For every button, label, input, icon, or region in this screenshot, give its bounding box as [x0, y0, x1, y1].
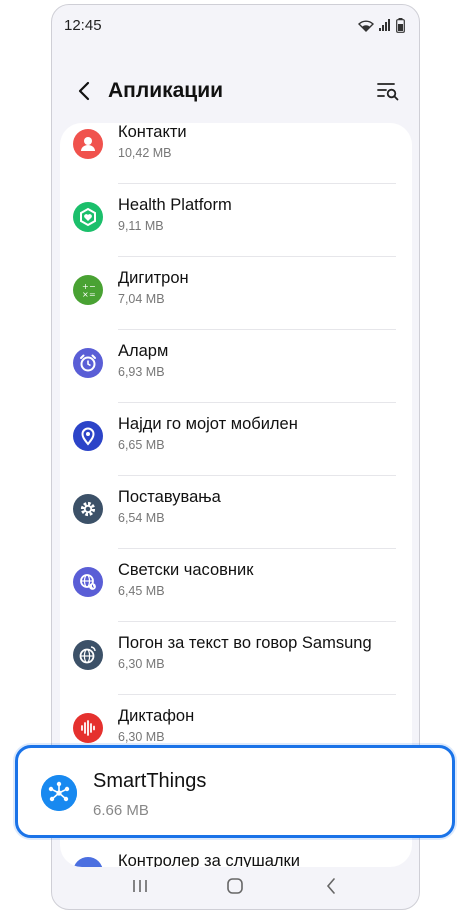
list-item[interactable]: Health Platform 9,11 MB: [60, 184, 412, 257]
find-my-mobile-icon: [73, 421, 103, 451]
app-size: 6.66 MB: [93, 802, 149, 819]
list-item[interactable]: Погон за текст во говор Samsung 6,30 MB: [60, 622, 412, 695]
app-name: Контакти: [118, 123, 187, 141]
settings-gear-icon: [73, 494, 103, 524]
app-size: 6,93 MB: [118, 365, 165, 379]
home-icon: [227, 878, 244, 894]
status-icons: [358, 17, 405, 33]
health-platform-icon: [73, 202, 103, 232]
navigation-bar: [52, 863, 419, 909]
list-search-icon: [377, 83, 399, 101]
app-name: Најди го мојот мобилен: [118, 415, 298, 433]
battery-icon: [396, 17, 405, 33]
smartthings-highlight-row[interactable]: SmartThings 6.66 MB: [15, 745, 455, 838]
app-name: Дигитрон: [118, 269, 189, 287]
recents-button[interactable]: [125, 871, 155, 901]
calculator-icon: + − × =: [73, 275, 103, 305]
list-item[interactable]: + − × = Дигитрон 7,04 MB: [60, 257, 412, 330]
svg-text:×: ×: [82, 290, 89, 299]
app-size: 6,30 MB: [118, 657, 165, 671]
back-button[interactable]: [72, 79, 96, 103]
search-list-button[interactable]: [375, 78, 401, 104]
list-item[interactable]: Поставувања 6,54 MB: [60, 476, 412, 549]
recents-icon: [133, 880, 147, 892]
chevron-left-icon: [78, 81, 90, 101]
app-size: 6,30 MB: [118, 730, 165, 744]
status-time: 12:45: [64, 16, 102, 34]
world-clock-icon: [73, 567, 103, 597]
svg-text:=: =: [89, 290, 96, 299]
list-item[interactable]: Контакти 10,42 MB: [60, 123, 412, 184]
contacts-icon: [73, 129, 103, 159]
app-size: 6,65 MB: [118, 438, 165, 452]
page-title: Апликации: [108, 79, 224, 102]
alarm-icon: [73, 348, 103, 378]
smartthings-icon: [41, 775, 77, 811]
app-name: Аларм: [118, 342, 169, 360]
home-button[interactable]: [220, 871, 250, 901]
app-size: 6,45 MB: [118, 584, 165, 598]
app-name: Поставувања: [118, 488, 221, 506]
signal-icon: [379, 19, 390, 31]
app-size: 7,04 MB: [118, 292, 165, 306]
app-name: SmartThings: [93, 770, 207, 792]
list-item[interactable]: Најди го мојот мобилен 6,65 MB: [60, 403, 412, 476]
status-bar: 12:45: [52, 5, 419, 45]
text-to-speech-icon: [73, 640, 103, 670]
app-name: Светски часовник: [118, 561, 254, 579]
app-size: 9,11 MB: [118, 219, 164, 233]
app-size: 6,54 MB: [118, 511, 165, 525]
app-name: Диктафон: [118, 707, 195, 725]
voice-recorder-icon: [73, 713, 103, 743]
list-item[interactable]: Светски часовник 6,45 MB: [60, 549, 412, 622]
wifi-icon: [358, 19, 374, 32]
back-nav-button[interactable]: [316, 871, 346, 901]
list-item[interactable]: Аларм 6,93 MB: [60, 330, 412, 403]
app-bar: Апликации: [52, 67, 419, 115]
app-name: Health Platform: [118, 196, 232, 214]
back-nav-icon: [327, 878, 335, 894]
app-size: 10,42 MB: [118, 146, 172, 160]
app-name: Погон за текст во говор Samsung: [118, 634, 372, 652]
